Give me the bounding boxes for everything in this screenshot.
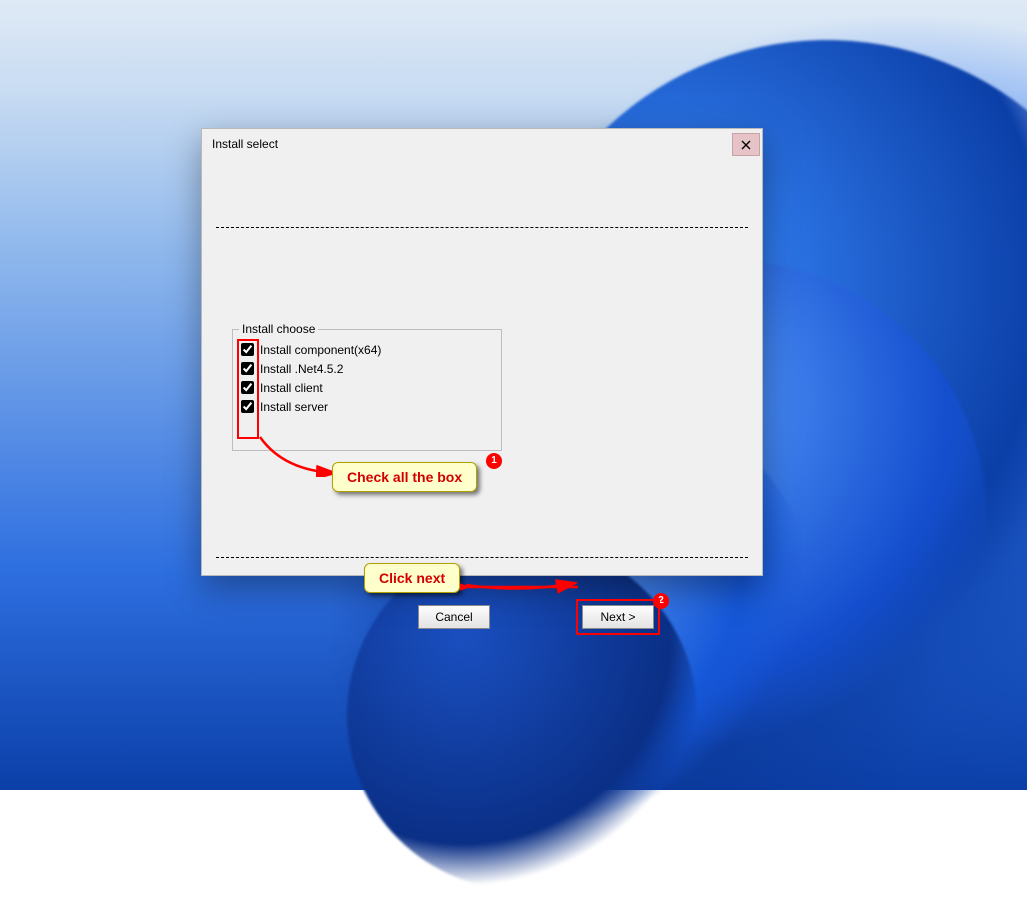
annotation-badge-1: 1: [486, 453, 502, 469]
checkbox-label: Install server: [260, 400, 328, 414]
annotation-arrow-2: [460, 573, 580, 597]
dialog-body: Install choose Install component(x64) In…: [202, 227, 762, 643]
titlebar[interactable]: Install select: [202, 129, 762, 159]
close-icon: [741, 140, 751, 150]
annotation-arrow-2b: [460, 577, 582, 597]
checkbox-label: Install .Net4.5.2: [260, 362, 343, 376]
close-button[interactable]: [732, 133, 760, 156]
window-title: Install select: [212, 137, 278, 151]
checkbox-input[interactable]: [241, 362, 254, 375]
checkbox-label: Install client: [260, 381, 323, 395]
checkbox-install-client[interactable]: Install client: [233, 378, 501, 397]
checkbox-install-dotnet[interactable]: Install .Net4.5.2: [233, 359, 501, 378]
annotation-callout-check-all: Check all the box: [332, 462, 477, 492]
separator: [216, 227, 748, 228]
cancel-button[interactable]: Cancel: [418, 605, 490, 629]
install-select-dialog: Install select Install choose Install co…: [201, 128, 763, 576]
checkbox-input[interactable]: [241, 381, 254, 394]
checkbox-install-server[interactable]: Install server: [233, 397, 501, 416]
group-legend: Install choose: [239, 322, 318, 336]
checkbox-install-component[interactable]: Install component(x64): [233, 340, 501, 359]
next-button[interactable]: Next >: [582, 605, 654, 629]
annotation-callout-click-next: Click next: [364, 563, 460, 593]
separator: [216, 557, 748, 558]
checkbox-label: Install component(x64): [260, 343, 381, 357]
checkbox-input[interactable]: [241, 400, 254, 413]
install-choose-group: Install choose Install component(x64) In…: [232, 329, 502, 451]
checkbox-input[interactable]: [241, 343, 254, 356]
annotation-badge-2: 2: [653, 593, 669, 609]
